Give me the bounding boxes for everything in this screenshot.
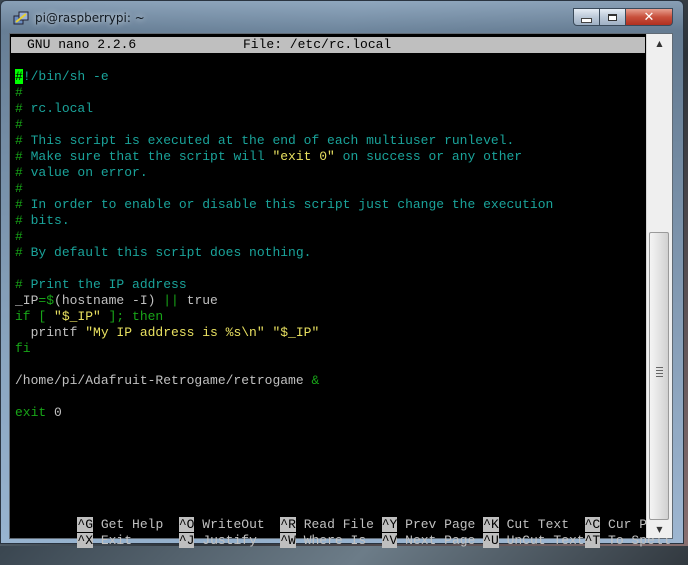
- scroll-up-button[interactable]: ▲: [647, 34, 672, 52]
- window-title: pi@raspberrypi: ~: [35, 11, 145, 25]
- text-cursor: #: [15, 69, 23, 84]
- code-line: exit 0: [15, 405, 62, 420]
- shortcut-row-2: ^X Exit ^J Justify ^W Where Is ^V Next P…: [15, 517, 670, 548]
- nano-version: GNU nano 2.2.6: [27, 37, 137, 52]
- minimize-icon: [581, 17, 592, 23]
- maximize-icon: [608, 13, 617, 21]
- code-line: # bits.: [15, 213, 70, 228]
- arrow-down-icon: ▼: [656, 524, 663, 534]
- code-line: #: [15, 117, 23, 132]
- nano-editor[interactable]: GNU nano 2.2.6 File: /etc/rc.local #!/bin…: [10, 34, 670, 548]
- code-line: printf "My IP address is %s\n" "$_IP": [15, 325, 320, 340]
- arrow-up-icon: ▲: [656, 38, 663, 48]
- code-line: # In order to enable or disable this scr…: [15, 197, 554, 212]
- terminal-client: GNU nano 2.2.6 File: /etc/rc.local #!/bin…: [9, 33, 673, 548]
- grip-icon: [656, 367, 663, 379]
- shortcut-row-1: ^G Get Help ^O WriteOut ^R Read File ^Y …: [15, 501, 663, 532]
- code-line: #: [15, 181, 23, 196]
- scroll-down-button[interactable]: ▼: [647, 520, 672, 538]
- code-line: fi: [15, 341, 31, 356]
- close-icon: ✕: [643, 9, 655, 25]
- code-line: /home/pi/Adafruit-Retrogame/retrogame &: [15, 373, 320, 388]
- code-line: #!/bin/sh -e: [15, 69, 109, 84]
- terminal-window: pi@raspberrypi: ~ ✕ GNU nano 2.2.6 File: …: [0, 0, 684, 548]
- putty-icon: [13, 11, 29, 25]
- close-button[interactable]: ✕: [626, 8, 673, 26]
- scrollbar-thumb[interactable]: [649, 232, 669, 520]
- code-line: #: [15, 229, 23, 244]
- minimize-button[interactable]: [573, 8, 600, 26]
- maximize-button[interactable]: [600, 8, 626, 26]
- code-line: #: [15, 85, 23, 100]
- code-line: # Print the IP address: [15, 277, 187, 292]
- code-line: # By default this script does nothing.: [15, 245, 312, 260]
- code-line: # Make sure that the script will "exit 0…: [15, 149, 523, 164]
- title-bar[interactable]: pi@raspberrypi: ~ ✕: [1, 1, 683, 31]
- vertical-scrollbar[interactable]: ▲ ▼: [646, 34, 672, 538]
- code-line: # rc.local: [15, 101, 94, 116]
- code-line: if [ "$_IP" ]; then: [15, 309, 164, 324]
- file-name: File: /etc/rc.local: [243, 37, 392, 52]
- code-line: # This script is executed at the end of …: [15, 133, 515, 148]
- code-line: # value on error.: [15, 165, 148, 180]
- code-line: _IP=$(hostname -I) || true: [15, 293, 218, 308]
- nano-header: GNU nano 2.2.6 File: /etc/rc.local: [11, 37, 645, 53]
